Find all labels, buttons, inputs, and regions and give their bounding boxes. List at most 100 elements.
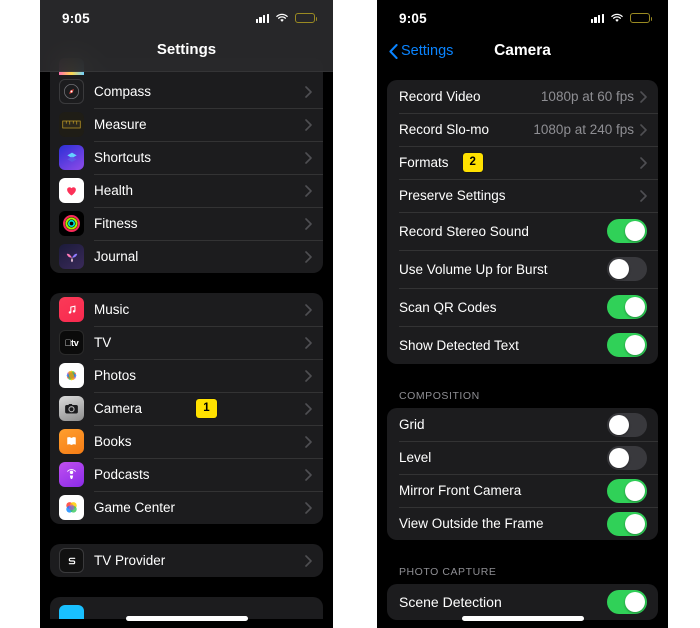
- sidebar-item-health[interactable]: Health: [50, 174, 323, 207]
- home-indicator: [125, 616, 248, 621]
- settings-group-tv-provider: TV Provider: [50, 544, 323, 577]
- row-label: Level: [399, 450, 432, 465]
- gamecenter-app-icon: [59, 495, 84, 520]
- toggle-use-volume-up-for-burst[interactable]: [607, 257, 647, 281]
- row-scene-detection[interactable]: Scene Detection: [387, 584, 658, 620]
- chevron-right-icon: [305, 369, 312, 382]
- back-button[interactable]: Settings: [389, 43, 453, 59]
- toggle-view-outside-the-frame[interactable]: [607, 511, 647, 536]
- chevron-right-icon: [305, 468, 312, 481]
- row-view-outside-the-frame[interactable]: View Outside the Frame: [387, 507, 658, 540]
- sidebar-item-camera[interactable]: Camera 1: [50, 392, 323, 425]
- back-button-label: Settings: [401, 43, 454, 59]
- row-label: Preserve Settings: [399, 188, 506, 203]
- toggle-show-detected-text[interactable]: [607, 333, 647, 357]
- page-title: Settings: [156, 41, 217, 58]
- home-indicator: [461, 616, 584, 621]
- right-nav-bar: Settings Camera: [377, 30, 668, 72]
- section-header-photo-capture: PHOTO CAPTURE: [399, 566, 497, 578]
- row-record-video[interactable]: Record Video 1080p at 60 fps: [387, 80, 658, 113]
- row-label: Record Video: [399, 89, 481, 104]
- sidebar-item-label: TV Provider: [94, 553, 166, 568]
- row-label: Formats: [399, 155, 449, 170]
- screenshot-stage: 9:05 Settings Compass Measure Shortcuts …: [0, 0, 700, 628]
- chevron-right-icon: [305, 336, 312, 349]
- sidebar-item-label: Shortcuts: [94, 150, 152, 165]
- battery-icon: [630, 13, 652, 23]
- row-show-detected-text[interactable]: Show Detected Text: [387, 326, 658, 364]
- wifi-icon: [276, 13, 288, 22]
- sidebar-item-podcasts[interactable]: Podcasts: [50, 458, 323, 491]
- sidebar-item-music[interactable]: Music: [50, 293, 323, 326]
- row-preserve-settings[interactable]: Preserve Settings: [387, 179, 658, 212]
- camera-group-recording: Record Video 1080p at 60 fps Record Slo-…: [387, 80, 658, 364]
- row-label: Use Volume Up for Burst: [399, 261, 548, 277]
- sidebar-item-journal[interactable]: Journal: [50, 240, 323, 273]
- sidebar-item-label: Books: [94, 434, 132, 449]
- sidebar-item-shortcuts[interactable]: Shortcuts: [50, 141, 323, 174]
- page-title: Camera: [494, 42, 551, 59]
- sidebar-item-label: Health: [94, 183, 134, 198]
- annotation-badge-2: 2: [462, 152, 483, 173]
- photos-app-icon: [59, 363, 84, 388]
- battery-icon: [295, 13, 317, 23]
- tvprovider-app-icon: [59, 548, 84, 573]
- sidebar-item-fitness[interactable]: Fitness: [50, 207, 323, 240]
- row-formats[interactable]: Formats 2: [387, 146, 658, 179]
- row-grid[interactable]: Grid: [387, 408, 658, 441]
- row-scan-qr-codes[interactable]: Scan QR Codes: [387, 288, 658, 326]
- music-app-icon: [59, 297, 84, 322]
- chevron-right-icon: [305, 435, 312, 448]
- compass-app-icon: [59, 79, 84, 104]
- camera-settings-scroll[interactable]: Record Video 1080p at 60 fps Record Slo-…: [377, 72, 668, 628]
- chevron-right-icon: [305, 184, 312, 197]
- books-app-icon: [59, 429, 84, 454]
- sidebar-item-photos[interactable]: Photos: [50, 359, 323, 392]
- row-label: Show Detected Text: [399, 337, 519, 353]
- toggle-scene-detection[interactable]: [607, 590, 647, 614]
- chevron-right-icon: [640, 90, 647, 103]
- sidebar-item-compass[interactable]: Compass: [50, 75, 323, 108]
- right-phone-camera-screen: 9:05 Settings Camera Record Video 1080p …: [377, 0, 668, 628]
- toggle-mirror-front-camera[interactable]: [607, 478, 647, 503]
- sidebar-item-label: Photos: [94, 368, 137, 383]
- row-label: Record Slo-mo: [399, 122, 490, 137]
- row-mirror-front-camera[interactable]: Mirror Front Camera: [387, 474, 658, 507]
- sidebar-item-measure[interactable]: Measure: [50, 108, 323, 141]
- sidebar-item-books[interactable]: Books: [50, 425, 323, 458]
- signal-icon: [255, 13, 269, 23]
- chevron-right-icon: [305, 554, 312, 567]
- chevron-right-icon: [640, 156, 647, 169]
- row-record-slo-mo[interactable]: Record Slo-mo 1080p at 240 fps: [387, 113, 658, 146]
- chevron-right-icon: [305, 217, 312, 230]
- toggle-scan-qr-codes[interactable]: [607, 295, 647, 319]
- wifi-icon: [611, 13, 623, 22]
- row-label: Scan QR Codes: [399, 299, 497, 315]
- row-label: Scene Detection: [399, 594, 502, 610]
- sidebar-item-label: Podcasts: [94, 467, 150, 482]
- toggle-grid[interactable]: [607, 412, 647, 437]
- shortcuts-app-icon: [59, 145, 84, 170]
- cut-app-icon: [59, 605, 84, 619]
- settings-list-scroll[interactable]: Compass Measure Shortcuts Health Fitness…: [40, 0, 333, 628]
- sidebar-item-tv[interactable]: tv TV: [50, 326, 323, 359]
- row-label: Mirror Front Camera: [399, 483, 522, 498]
- sidebar-item-label: Game Center: [94, 500, 176, 515]
- podcasts-app-icon: [59, 462, 84, 487]
- sidebar-item-label: TV: [94, 335, 112, 350]
- row-record-stereo-sound[interactable]: Record Stereo Sound: [387, 212, 658, 250]
- chevron-right-icon: [640, 123, 647, 136]
- chevron-right-icon: [305, 85, 312, 98]
- camera-app-icon: [59, 396, 84, 421]
- settings-group-media: Music tv TV: [50, 293, 323, 524]
- row-label: Grid: [399, 417, 425, 432]
- sidebar-item-game-center[interactable]: Game Center: [50, 491, 323, 524]
- row-use-volume-up-for-burst[interactable]: Use Volume Up for Burst: [387, 250, 658, 288]
- status-time: 9:05: [62, 10, 90, 26]
- footnote-scene-detection: Automatically improve photos of various …: [377, 620, 668, 628]
- row-level[interactable]: Level: [387, 441, 658, 474]
- row-value: 1080p at 60 fps: [540, 89, 634, 104]
- sidebar-item-tv-provider[interactable]: TV Provider: [50, 544, 323, 577]
- toggle-record-stereo-sound[interactable]: [607, 219, 647, 243]
- toggle-level[interactable]: [607, 445, 647, 470]
